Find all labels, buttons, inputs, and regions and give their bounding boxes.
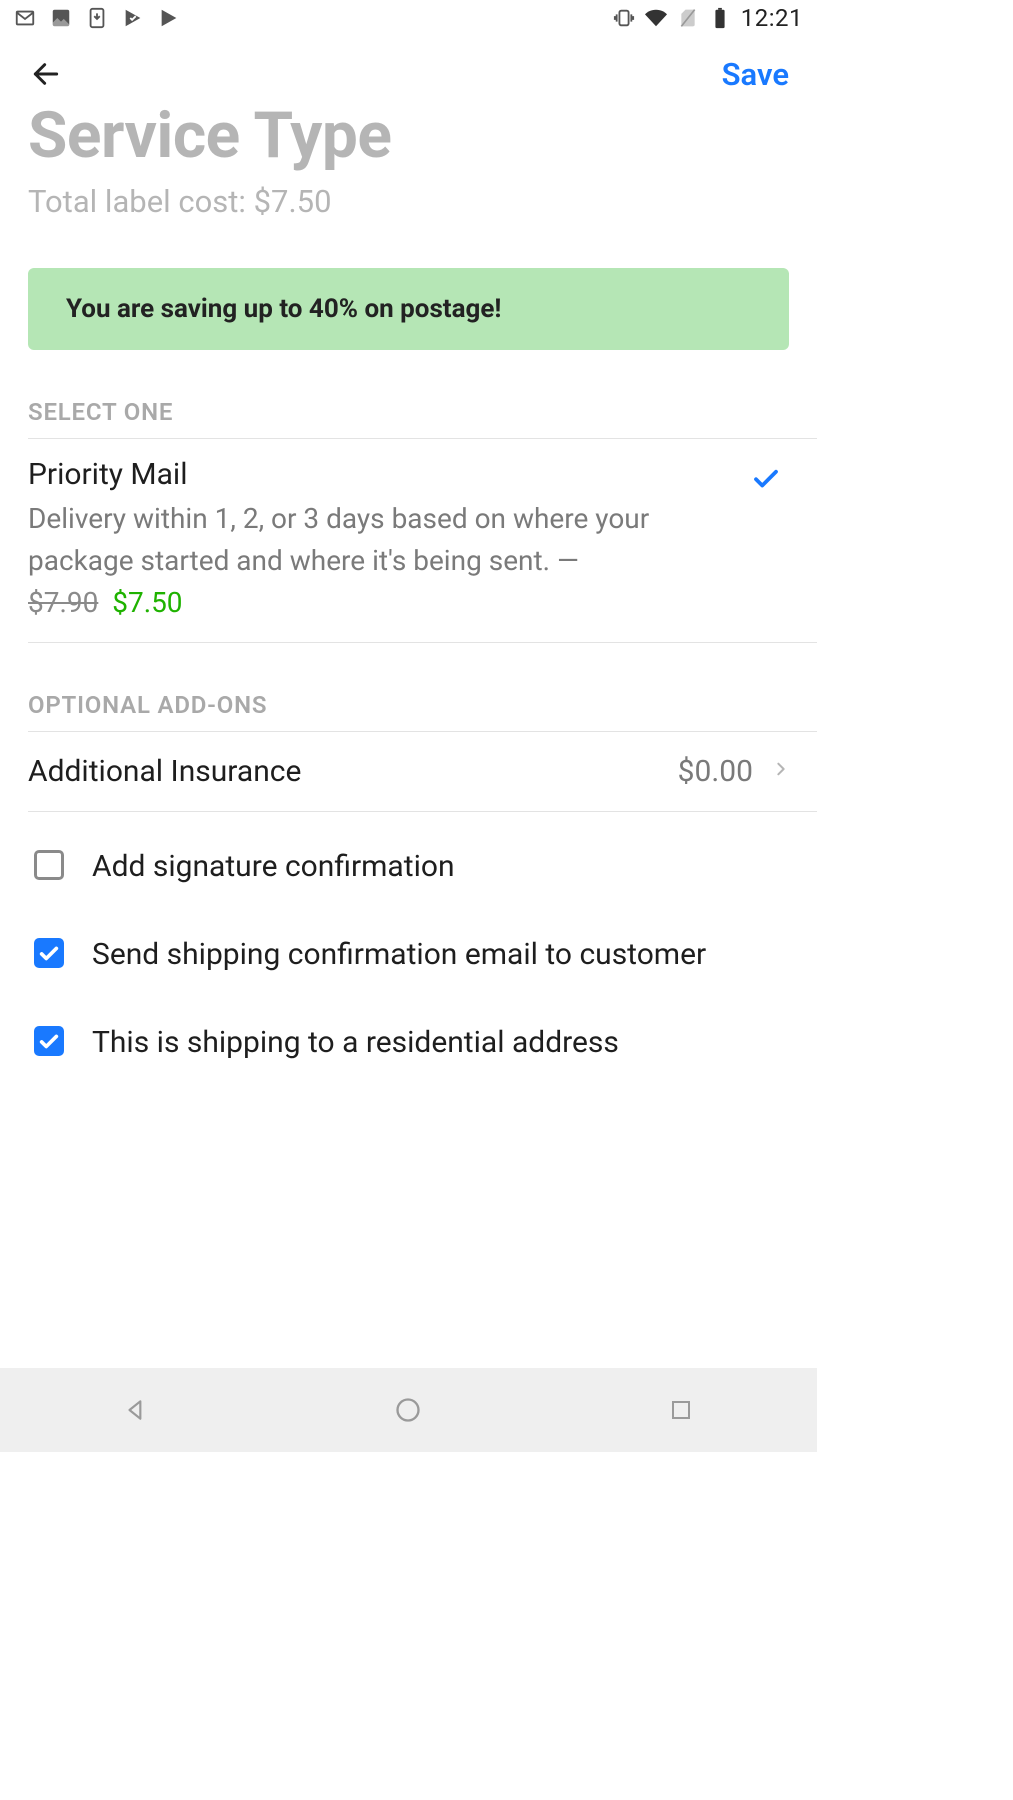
back-button[interactable] xyxy=(28,56,64,92)
addon-title: Additional Insurance xyxy=(28,754,301,789)
checkmark-icon xyxy=(751,463,789,497)
checkbox-icon xyxy=(34,1026,64,1056)
addon-value: $0.00 xyxy=(678,754,753,789)
status-time: 12:21 xyxy=(741,4,803,32)
header: Save Service Type Total label cost: $7.5… xyxy=(0,36,817,226)
save-button[interactable]: Save xyxy=(722,56,789,93)
savings-banner-text: You are saving up to 40% on postage! xyxy=(66,294,501,324)
section-label-select-one: SELECT ONE xyxy=(28,398,789,426)
no-sim-icon xyxy=(677,7,699,29)
wifi-icon xyxy=(645,7,667,29)
divider xyxy=(28,642,817,643)
gmail-icon xyxy=(14,7,36,29)
option-title: Priority Mail xyxy=(28,457,733,492)
nav-recent-button[interactable] xyxy=(664,1393,698,1427)
play-store-icon xyxy=(158,7,180,29)
option-desc-text: Delivery within 1, 2, or 3 days based on… xyxy=(28,502,649,577)
battery-icon xyxy=(709,7,731,29)
play-check-icon xyxy=(122,7,144,29)
vibrate-icon xyxy=(613,7,635,29)
checkbox-label: This is shipping to a residential addres… xyxy=(92,1022,619,1064)
service-option-priority-mail[interactable]: Priority Mail Delivery within 1, 2, or 3… xyxy=(0,439,817,642)
nav-home-button[interactable] xyxy=(391,1393,425,1427)
download-icon xyxy=(86,7,108,29)
checkbox-send-email[interactable]: Send shipping confirmation email to cust… xyxy=(28,934,789,976)
page-subtitle: Total label cost: $7.50 xyxy=(28,183,789,220)
arrow-left-icon xyxy=(30,58,62,90)
option-price-new: $7.50 xyxy=(112,586,182,619)
checkbox-residential[interactable]: This is shipping to a residential addres… xyxy=(28,1022,789,1064)
checkbox-signature-confirmation[interactable]: Add signature confirmation xyxy=(28,846,789,888)
status-bar: 12:21 xyxy=(0,0,817,36)
chevron-right-icon xyxy=(773,754,789,789)
option-price-old: $7.90 xyxy=(28,586,98,619)
checkbox-label: Add signature confirmation xyxy=(92,846,455,888)
status-right-icons: 12:21 xyxy=(613,4,803,32)
android-navbar xyxy=(0,1368,817,1452)
page-title: Service Type xyxy=(28,98,789,173)
checkbox-icon xyxy=(34,938,64,968)
section-label-addons: OPTIONAL ADD-ONS xyxy=(28,691,789,719)
checkbox-label: Send shipping confirmation email to cust… xyxy=(92,934,706,976)
photos-icon xyxy=(50,7,72,29)
savings-banner: You are saving up to 40% on postage! xyxy=(28,268,789,350)
checkbox-icon xyxy=(34,850,64,880)
option-description: Delivery within 1, 2, or 3 days based on… xyxy=(28,498,733,624)
status-left-icons xyxy=(14,7,180,29)
nav-back-button[interactable] xyxy=(119,1393,153,1427)
divider xyxy=(28,811,817,812)
checkbox-group: Add signature confirmation Send shipping… xyxy=(0,846,817,1064)
addon-additional-insurance[interactable]: Additional Insurance $0.00 xyxy=(0,732,817,811)
